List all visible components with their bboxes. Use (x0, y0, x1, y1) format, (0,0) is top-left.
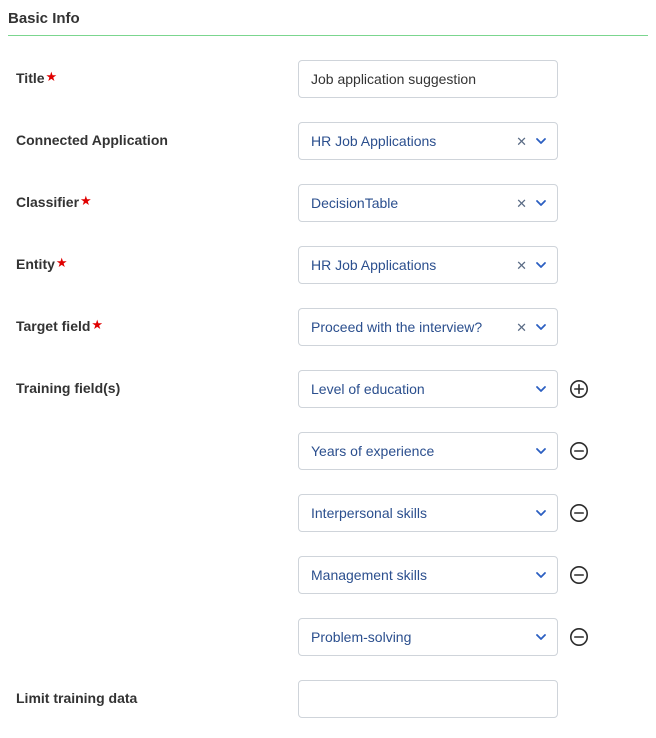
select-value: DecisionTable (311, 195, 514, 211)
label-title: Title (16, 70, 45, 86)
label-connected-application: Connected Application (16, 132, 168, 148)
select-value: HR Job Applications (311, 133, 514, 149)
input-col: HR Job Applications ✕ (298, 246, 558, 284)
connected-application-select[interactable]: HR Job Applications ✕ (298, 122, 558, 160)
chevron-down-icon[interactable] (535, 569, 547, 581)
label-limit-training-data: Limit training data (16, 690, 137, 706)
select-controls: ✕ (514, 133, 547, 150)
row-target-field: Target field★ Proceed with the interview… (8, 308, 648, 346)
select-controls: ✕ (514, 257, 547, 274)
input-col: Management skills (298, 556, 558, 594)
select-controls (535, 631, 547, 643)
action-col (558, 432, 590, 470)
select-value: Level of education (311, 381, 535, 397)
clear-icon[interactable]: ✕ (514, 195, 529, 212)
remove-field-button[interactable] (568, 564, 590, 586)
select-controls (535, 383, 547, 395)
chevron-down-icon[interactable] (535, 197, 547, 209)
row-limit-training-data: Limit training data (8, 680, 648, 718)
label-col: Classifier★ (8, 184, 298, 211)
section-title: Basic Info (8, 10, 80, 27)
select-value: HR Job Applications (311, 257, 514, 273)
training-field-row: Management skills (298, 556, 590, 594)
input-col: Problem-solving (298, 618, 558, 656)
row-classifier: Classifier★ DecisionTable ✕ (8, 184, 648, 222)
chevron-down-icon[interactable] (535, 507, 547, 519)
clear-icon[interactable]: ✕ (514, 257, 529, 274)
required-star-icon: ★ (56, 255, 68, 270)
remove-field-button[interactable] (568, 502, 590, 524)
label-col: Limit training data (8, 680, 298, 706)
chevron-down-icon[interactable] (535, 259, 547, 271)
training-field-row: Years of experience (298, 432, 590, 470)
chevron-down-icon[interactable] (535, 383, 547, 395)
input-col: Level of education (298, 370, 558, 408)
training-field-select[interactable]: Interpersonal skills (298, 494, 558, 532)
input-col (298, 60, 558, 98)
entity-select[interactable]: HR Job Applications ✕ (298, 246, 558, 284)
chevron-down-icon[interactable] (535, 321, 547, 333)
input-col: Proceed with the interview? ✕ (298, 308, 558, 346)
training-field-row: Interpersonal skills (298, 494, 590, 532)
label-col: Connected Application (8, 122, 298, 148)
section-header: Basic Info (8, 4, 648, 36)
label-col: Entity★ (8, 246, 298, 273)
action-col (558, 556, 590, 594)
select-value: Problem-solving (311, 629, 535, 645)
chevron-down-icon[interactable] (535, 631, 547, 643)
training-field-select[interactable]: Management skills (298, 556, 558, 594)
input-col (298, 680, 558, 718)
classifier-select[interactable]: DecisionTable ✕ (298, 184, 558, 222)
select-value: Years of experience (311, 443, 535, 459)
label-training-fields: Training field(s) (16, 380, 120, 396)
label-classifier: Classifier (16, 194, 79, 210)
action-col (558, 494, 590, 532)
training-field-row: Level of education (298, 370, 590, 408)
label-target-field: Target field (16, 318, 90, 334)
row-title: Title★ (8, 60, 648, 98)
title-input[interactable] (298, 60, 558, 98)
target-field-select[interactable]: Proceed with the interview? ✕ (298, 308, 558, 346)
remove-field-button[interactable] (568, 440, 590, 462)
remove-field-button[interactable] (568, 626, 590, 648)
row-training-fields: Training field(s) Level of education Year… (8, 370, 648, 656)
select-controls: ✕ (514, 195, 547, 212)
input-col: DecisionTable ✕ (298, 184, 558, 222)
limit-training-data-input[interactable] (298, 680, 558, 718)
chevron-down-icon[interactable] (535, 445, 547, 457)
select-value: Interpersonal skills (311, 505, 535, 521)
training-field-row: Problem-solving (298, 618, 590, 656)
action-col (558, 618, 590, 656)
training-fields-list: Level of education Years of experience Int… (298, 370, 590, 656)
label-col: Title★ (8, 60, 298, 87)
select-value: Management skills (311, 567, 535, 583)
required-star-icon: ★ (80, 193, 92, 208)
chevron-down-icon[interactable] (535, 135, 547, 147)
select-controls: ✕ (514, 319, 547, 336)
select-controls (535, 445, 547, 457)
training-field-select[interactable]: Years of experience (298, 432, 558, 470)
add-field-button[interactable] (568, 378, 590, 400)
select-controls (535, 507, 547, 519)
select-controls (535, 569, 547, 581)
clear-icon[interactable]: ✕ (514, 319, 529, 336)
required-star-icon: ★ (46, 69, 58, 84)
label-col: Target field★ (8, 308, 298, 335)
row-entity: Entity★ HR Job Applications ✕ (8, 246, 648, 284)
training-field-select[interactable]: Problem-solving (298, 618, 558, 656)
input-col: HR Job Applications ✕ (298, 122, 558, 160)
input-col: Years of experience (298, 432, 558, 470)
training-field-select[interactable]: Level of education (298, 370, 558, 408)
input-col: Interpersonal skills (298, 494, 558, 532)
label-entity: Entity (16, 256, 55, 272)
select-value: Proceed with the interview? (311, 319, 514, 335)
required-star-icon: ★ (91, 317, 103, 332)
clear-icon[interactable]: ✕ (514, 133, 529, 150)
row-connected-application: Connected Application HR Job Application… (8, 122, 648, 160)
action-col (558, 370, 590, 408)
label-col: Training field(s) (8, 370, 298, 396)
